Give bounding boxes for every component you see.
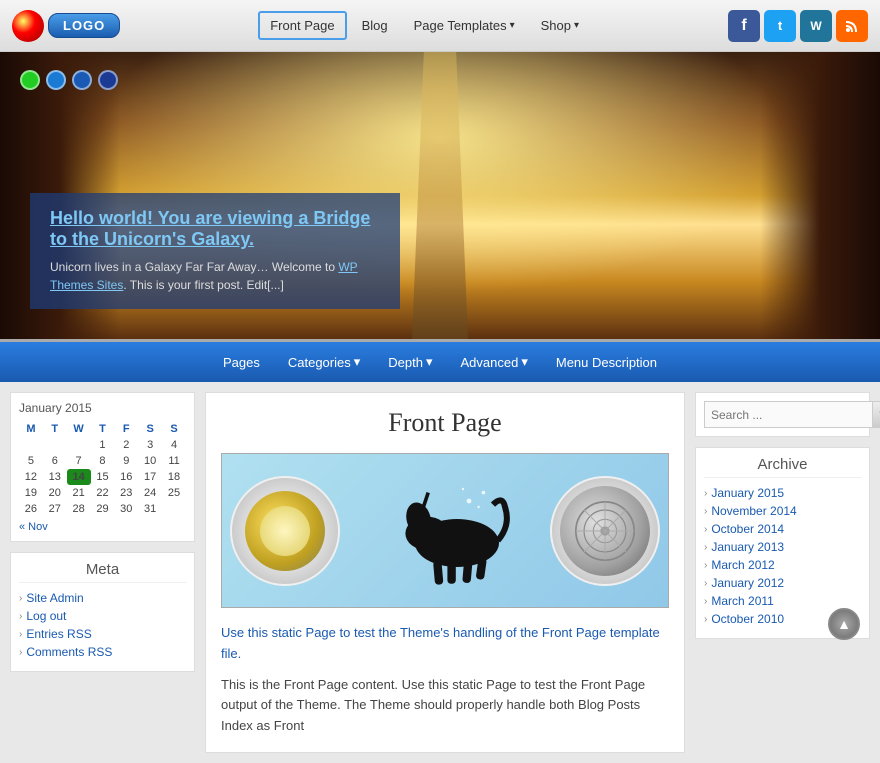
- slider-dot-3[interactable]: [98, 70, 118, 90]
- slider-dot-1[interactable]: [46, 70, 66, 90]
- arrow-icon: ›: [19, 629, 22, 640]
- calendar-table: M T W T F S S 1234 567: [19, 421, 186, 517]
- table-row: 1234: [19, 437, 186, 453]
- hero-section: Hello world! You are viewing a Bridge to…: [0, 52, 880, 342]
- meta-link-log-out[interactable]: › Log out: [19, 609, 186, 623]
- archive-link-mar2012[interactable]: › March 2012: [704, 558, 861, 572]
- fi-circle-left: [230, 476, 340, 586]
- secondary-nav: Pages Categories ▾ Depth ▾ Advanced ▾ Me…: [0, 342, 880, 382]
- hero-overlay: Hello world! You are viewing a Bridge to…: [30, 193, 400, 309]
- main-content: January 2015 M T W T F S S: [0, 382, 880, 763]
- cal-day-w: W: [67, 421, 91, 437]
- slider-dot-active[interactable]: [20, 70, 40, 90]
- mandala-svg: [570, 496, 640, 566]
- categories-dropdown-icon: ▾: [354, 354, 361, 370]
- depth-dropdown-icon: ▾: [426, 354, 433, 370]
- fi-star-inner: [260, 506, 310, 556]
- facebook-icon[interactable]: f: [728, 10, 760, 42]
- search-input-wrap: [704, 401, 861, 428]
- top-nav: Front Page Blog Page Templates ▾ Shop ▾: [120, 11, 728, 40]
- arrow-icon: ›: [704, 578, 707, 589]
- featured-image: [221, 453, 669, 608]
- arrow-icon: ›: [19, 593, 22, 604]
- nav-shop[interactable]: Shop ▾: [530, 12, 590, 39]
- arrow-icon: ›: [704, 488, 707, 499]
- page-title: Front Page: [221, 408, 669, 438]
- calendar-widget: January 2015 M T W T F S S: [10, 392, 195, 542]
- archive-link-nov2014[interactable]: › November 2014: [704, 504, 861, 518]
- hero-description: Unicorn lives in a Galaxy Far Far Away… …: [50, 258, 380, 294]
- fi-circle-right: [550, 476, 660, 586]
- meta-link-site-admin[interactable]: › Site Admin: [19, 591, 186, 605]
- hero-tree-right: [760, 52, 880, 339]
- top-bar: LOGO Front Page Blog Page Templates ▾ Sh…: [0, 0, 880, 52]
- meta-link-entries-rss[interactable]: › Entries RSS: [19, 627, 186, 641]
- arrow-icon: ›: [704, 596, 707, 607]
- advanced-dropdown-icon: ▾: [521, 354, 528, 370]
- archive-link-mar2011[interactable]: › March 2011: [704, 594, 861, 608]
- calendar-prev[interactable]: « Nov: [19, 521, 186, 533]
- arrow-icon: ›: [704, 614, 707, 625]
- cal-day-s: S: [138, 421, 162, 437]
- logo-button[interactable]: LOGO: [48, 13, 120, 38]
- page-templates-dropdown-icon: ▾: [510, 20, 515, 31]
- table-row: 262728 293031: [19, 501, 186, 517]
- sec-nav-pages[interactable]: Pages: [219, 353, 264, 372]
- nav-blog[interactable]: Blog: [351, 12, 399, 39]
- cal-day-m: M: [19, 421, 43, 437]
- scroll-to-top-button[interactable]: ▲: [828, 608, 860, 640]
- archive-link-jan2015[interactable]: › January 2015: [704, 486, 861, 500]
- meta-widget: Meta › Site Admin › Log out › Entries RS…: [10, 552, 195, 672]
- arrow-icon: ›: [704, 524, 707, 535]
- hero-title[interactable]: Hello world! You are viewing a Bridge to…: [50, 208, 380, 250]
- sec-nav-depth[interactable]: Depth ▾: [384, 352, 436, 372]
- table-row: 567 891011: [19, 453, 186, 469]
- search-button[interactable]: [872, 401, 880, 428]
- arrow-icon: ›: [704, 542, 707, 553]
- sec-nav-advanced[interactable]: Advanced ▾: [457, 352, 532, 372]
- arrow-icon: ›: [704, 506, 707, 517]
- logo-ball: [12, 10, 44, 42]
- page-text: Use this static Page to test the Theme's…: [221, 623, 669, 737]
- logo-area: LOGO: [12, 10, 120, 42]
- meta-link-comments-rss[interactable]: › Comments RSS: [19, 645, 186, 659]
- fi-unicorn-area: [355, 461, 535, 601]
- calendar-title: January 2015: [19, 401, 186, 415]
- slider-dot-2[interactable]: [72, 70, 92, 90]
- calendar-today: 14: [67, 469, 91, 485]
- cal-day-t: T: [43, 421, 67, 437]
- social-icons: f t W: [728, 10, 868, 42]
- archive-link-oct2014[interactable]: › October 2014: [704, 522, 861, 536]
- cal-day-s2: S: [162, 421, 186, 437]
- nav-front-page[interactable]: Front Page: [258, 11, 346, 40]
- cal-day-t2: T: [91, 421, 115, 437]
- table-row: 192021 22232425: [19, 485, 186, 501]
- sec-nav-categories[interactable]: Categories ▾: [284, 352, 364, 372]
- fi-mandala: [560, 486, 650, 576]
- slider-dots: [20, 70, 118, 90]
- nav-page-templates[interactable]: Page Templates ▾: [403, 12, 526, 39]
- wordpress-icon[interactable]: W: [800, 10, 832, 42]
- meta-title: Meta: [19, 561, 186, 583]
- archive-title: Archive: [704, 456, 861, 478]
- archive-link-jan2012[interactable]: › January 2012: [704, 576, 861, 590]
- right-sidebar: Archive › January 2015 › November 2014 ›…: [695, 392, 870, 753]
- twitter-icon[interactable]: t: [764, 10, 796, 42]
- arrow-icon: ›: [19, 647, 22, 658]
- sec-nav-menu-description[interactable]: Menu Description: [552, 353, 661, 372]
- arrow-icon: ›: [19, 611, 22, 622]
- center-content: Front Page: [205, 392, 685, 753]
- cal-day-f: F: [114, 421, 138, 437]
- left-sidebar: January 2015 M T W T F S S: [10, 392, 195, 753]
- hero-link[interactable]: WP Themes Sites: [50, 260, 358, 292]
- search-widget: [695, 392, 870, 437]
- arrow-icon: ›: [704, 560, 707, 571]
- unicorn-svg: [365, 471, 525, 591]
- search-input[interactable]: [704, 401, 872, 428]
- rss-icon[interactable]: [836, 10, 868, 42]
- table-row: 1213 14 15161718: [19, 469, 186, 485]
- shop-dropdown-icon: ▾: [574, 20, 579, 31]
- archive-link-jan2013[interactable]: › January 2013: [704, 540, 861, 554]
- fi-starburst: [245, 491, 325, 571]
